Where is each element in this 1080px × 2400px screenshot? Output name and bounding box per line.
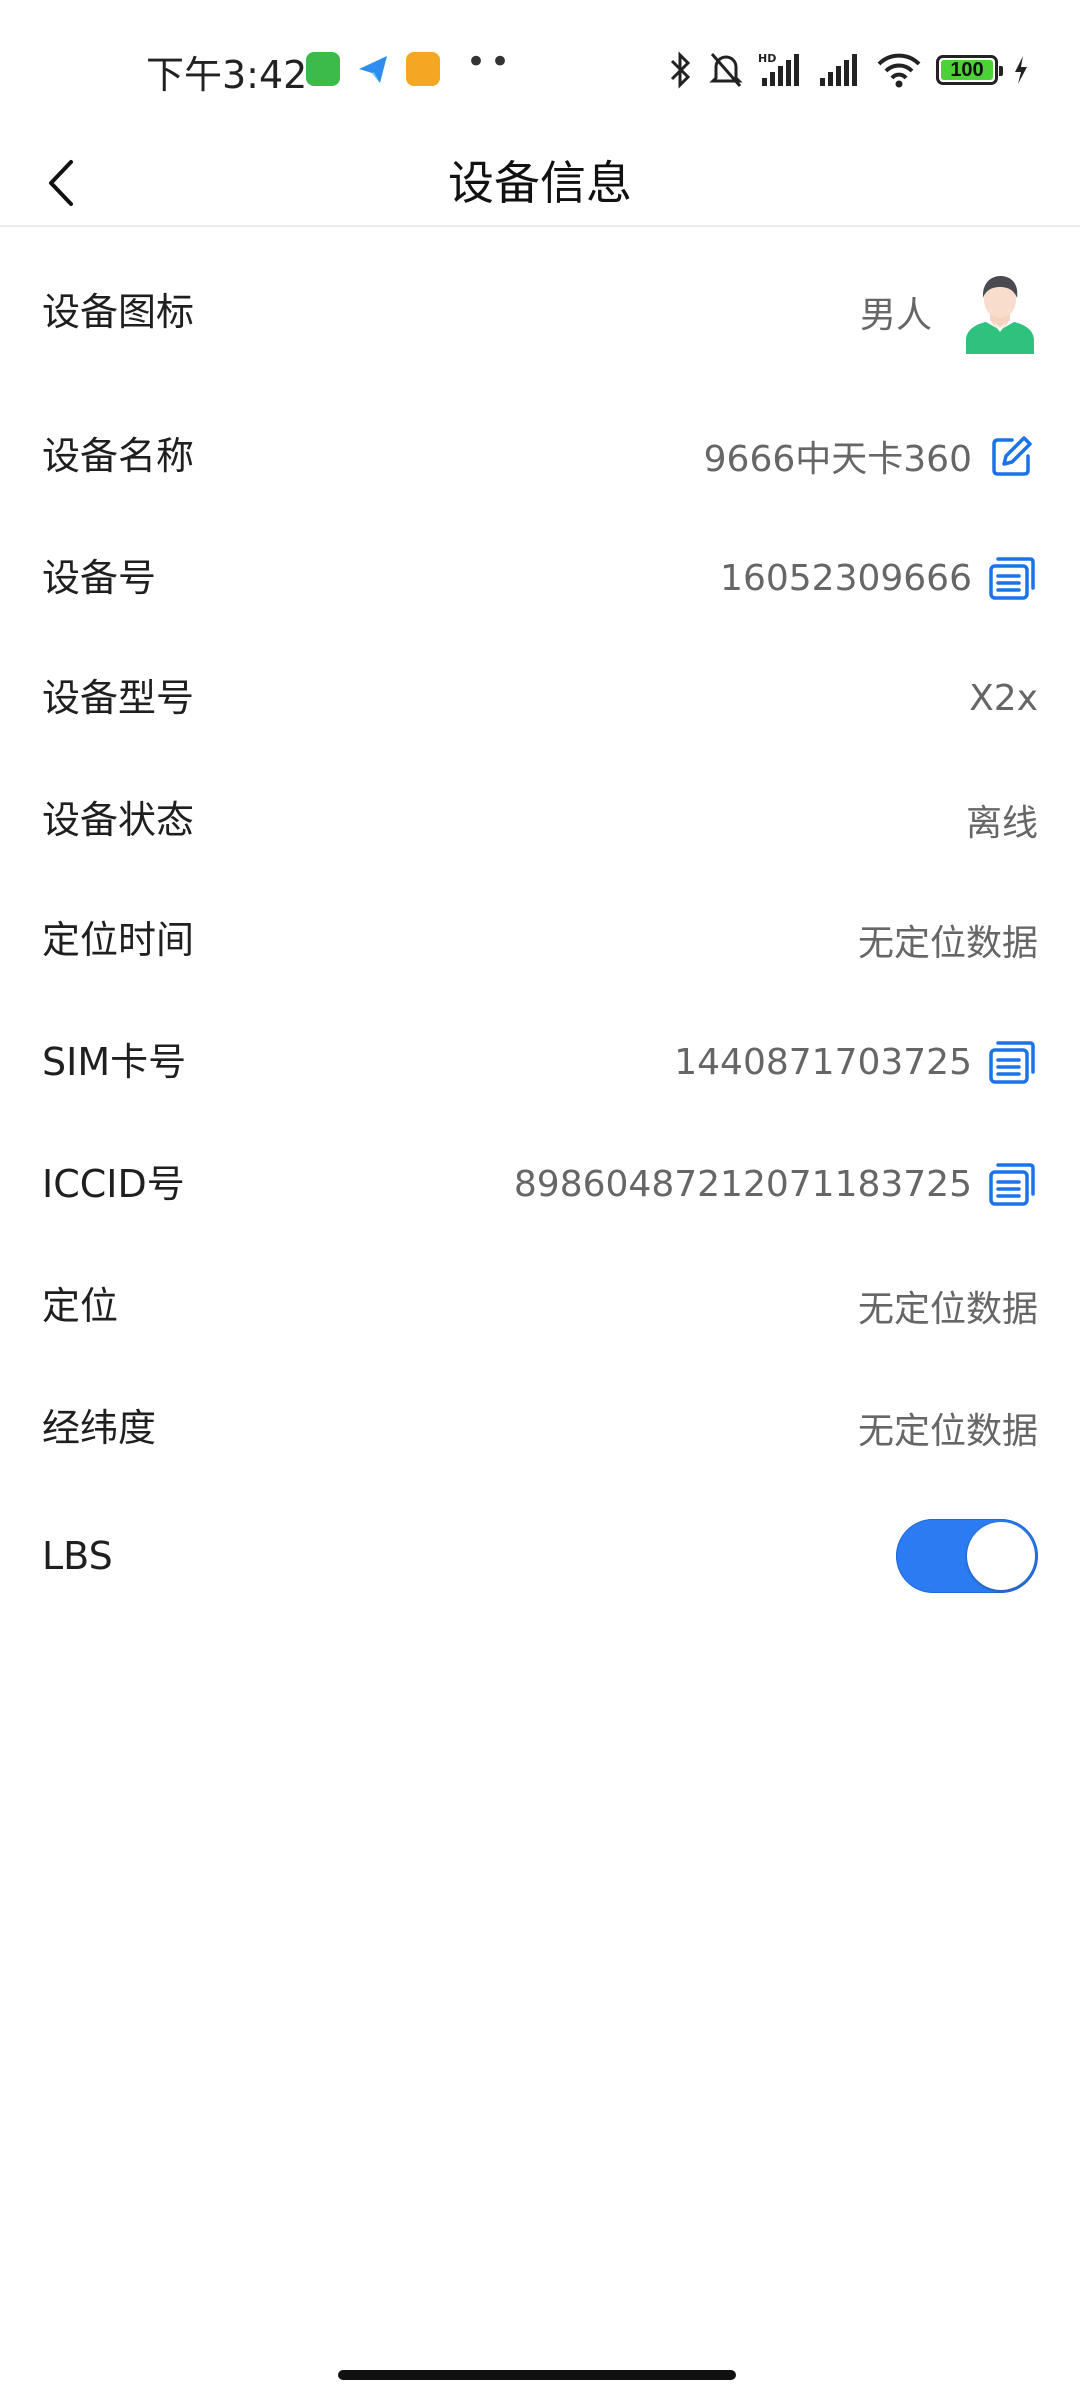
row-device-status: 设备状态 离线 [0, 770, 1080, 870]
row-label: SIM卡号 [42, 1040, 187, 1084]
row-iccid: ICCID号 89860487212071183725 [0, 1134, 1080, 1234]
status-bar: 下午3:42 •• HD 100 [0, 0, 1080, 140]
device-name-value: 9666中天卡360 [703, 439, 972, 480]
row-device-name[interactable]: 设备名称 9666中天卡360 [0, 406, 1080, 506]
iccid-value: 89860487212071183725 [513, 1163, 972, 1205]
copy-icon [989, 1041, 1035, 1084]
home-indicator[interactable] [338, 2370, 736, 2380]
lbs-toggle[interactable] [896, 1519, 1038, 1593]
row-location: 定位 无定位数据 [0, 1256, 1080, 1356]
lat-lng-value: 无定位数据 [857, 1411, 1038, 1452]
copy-icon [989, 1163, 1035, 1206]
location-time-value: 无定位数据 [857, 923, 1038, 964]
location-value: 无定位数据 [857, 1289, 1038, 1330]
row-lat-lng: 经纬度 无定位数据 [0, 1378, 1080, 1478]
copy-icon [989, 557, 1035, 600]
edit-icon [992, 436, 1032, 476]
device-status-value: 离线 [965, 803, 1038, 844]
header-divider [0, 225, 1080, 227]
notification-app-icon-1 [306, 52, 340, 86]
row-sim-number: SIM卡号 1440871703725 [0, 1012, 1080, 1112]
row-label: 定位时间 [42, 918, 195, 962]
row-label: LBS [42, 1534, 113, 1578]
sim-number-value: 1440871703725 [674, 1041, 972, 1083]
row-label: 设备名称 [42, 434, 195, 478]
row-label: 定位 [42, 1284, 119, 1328]
copy-iccid-button[interactable] [986, 1158, 1038, 1210]
page-title: 设备信息 [448, 156, 632, 210]
row-label: 设备型号 [42, 676, 195, 720]
row-label: 设备号 [42, 556, 157, 600]
row-device-model: 设备型号 X2x [0, 648, 1080, 748]
device-icon-value: 男人 [859, 295, 932, 336]
toggle-knob [967, 1522, 1035, 1590]
row-label: ICCID号 [42, 1162, 185, 1206]
bluetooth-icon [670, 51, 691, 89]
status-icons: HD 100 [668, 48, 1030, 92]
copy-sim-button[interactable] [986, 1036, 1038, 1088]
row-label: 设备状态 [42, 798, 195, 842]
status-time: 下午3:42 [146, 53, 308, 97]
battery-level: 100 [950, 58, 984, 81]
row-label: 设备图标 [42, 290, 195, 334]
row-label: 经纬度 [42, 1406, 157, 1450]
row-lbs: LBS [0, 1506, 1080, 1606]
wifi-icon [877, 53, 921, 88]
edit-button[interactable] [986, 430, 1038, 482]
row-device-number: 设备号 16052309666 [0, 528, 1080, 628]
male-avatar-icon[interactable] [962, 270, 1038, 354]
mute-bell-icon [709, 53, 743, 87]
device-model-value: X2x [969, 677, 1038, 719]
svg-text:HD: HD [758, 52, 776, 65]
row-location-time: 定位时间 无定位数据 [0, 890, 1080, 990]
charging-icon [1015, 56, 1027, 84]
signal-icon [820, 54, 857, 86]
more-notifications-icon: •• [466, 42, 515, 82]
battery-icon: 100 [936, 55, 1003, 85]
row-device-icon[interactable]: 设备图标 男人 [0, 262, 1080, 362]
copy-device-number-button[interactable] [986, 552, 1038, 604]
device-number-value: 16052309666 [720, 557, 972, 599]
app-header: 设备信息 [0, 140, 1080, 226]
notification-app-icon-2 [356, 52, 390, 86]
signal-hd-icon: HD [758, 52, 799, 86]
notification-app-icon-3 [406, 52, 440, 86]
